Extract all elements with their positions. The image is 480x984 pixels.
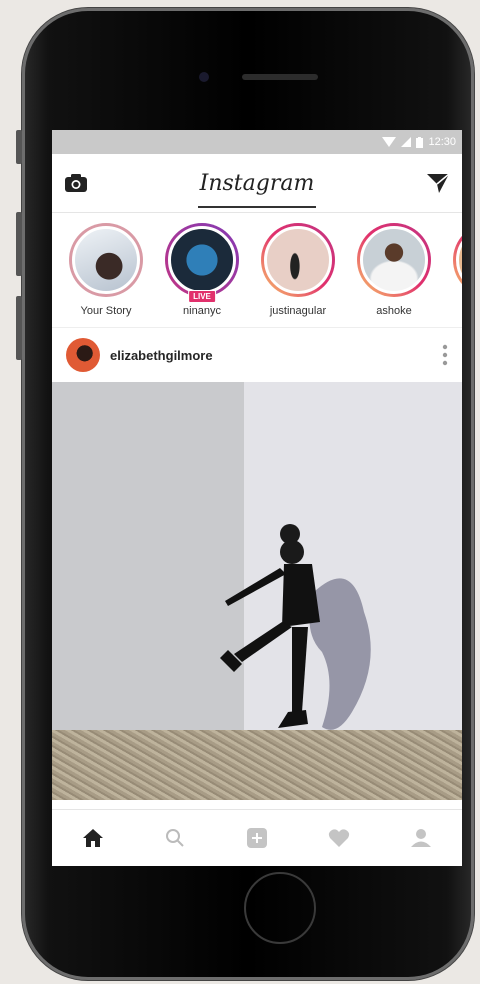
heart-icon — [328, 829, 350, 847]
post-username[interactable]: elizabethgilmore — [110, 348, 432, 363]
live-badge: LIVE — [188, 290, 216, 303]
story-item[interactable]: LIVE ninanyc — [154, 213, 250, 327]
status-time: 12:30 — [428, 136, 456, 148]
bottom-navigation — [52, 809, 462, 866]
speaker-grille — [242, 74, 318, 80]
story-item[interactable]: Your Story — [58, 213, 154, 327]
battery-icon — [416, 136, 424, 148]
nav-profile[interactable] — [401, 828, 441, 848]
post-avatar[interactable] — [66, 338, 100, 372]
story-item[interactable]: be — [442, 213, 462, 327]
app-header: Instagram — [52, 154, 462, 213]
volume-down-button[interactable] — [16, 296, 22, 360]
story-avatar — [456, 226, 462, 294]
nav-search[interactable] — [155, 828, 195, 848]
wifi-icon — [382, 137, 397, 147]
story-name: Your Story — [80, 305, 132, 317]
direct-message-icon[interactable] — [426, 172, 450, 194]
app-screen: 12:30 Instagram Your Story LIVE ninanyc — [52, 130, 462, 866]
story-ring — [261, 223, 335, 297]
status-bar: 12:30 — [52, 130, 462, 154]
story-item[interactable]: ashoke — [346, 213, 442, 327]
camera-icon[interactable] — [64, 173, 88, 193]
app-logo: Instagram — [197, 170, 317, 208]
front-camera — [199, 72, 209, 82]
story-avatar — [264, 226, 332, 294]
more-options-icon[interactable] — [442, 344, 448, 366]
post-header: elizabethgilmore — [52, 328, 462, 382]
home-button[interactable] — [244, 872, 316, 944]
nav-activity[interactable] — [319, 828, 359, 848]
nav-add[interactable] — [237, 827, 277, 849]
story-name: justinagular — [269, 305, 327, 317]
photo-figure — [220, 524, 371, 730]
mute-switch[interactable] — [16, 130, 22, 164]
story-avatar — [72, 226, 140, 294]
story-name: ashoke — [376, 305, 412, 317]
story-avatar — [360, 226, 428, 294]
profile-icon — [411, 829, 431, 847]
story-ring — [69, 223, 143, 297]
story-item[interactable]: justinagular — [250, 213, 346, 327]
nav-home[interactable] — [73, 828, 113, 848]
search-icon — [166, 829, 184, 847]
story-avatar — [168, 226, 236, 294]
story-ring — [357, 223, 431, 297]
signal-icon — [401, 137, 412, 147]
story-name: ninanyc — [183, 305, 221, 317]
story-ring: LIVE — [165, 223, 239, 303]
volume-up-button[interactable] — [16, 212, 22, 276]
add-icon — [247, 828, 267, 848]
home-icon — [83, 829, 103, 847]
story-ring — [453, 223, 462, 297]
post-photo[interactable] — [52, 382, 462, 800]
stories-tray[interactable]: Your Story LIVE ninanyc justinagular ash… — [52, 213, 462, 328]
